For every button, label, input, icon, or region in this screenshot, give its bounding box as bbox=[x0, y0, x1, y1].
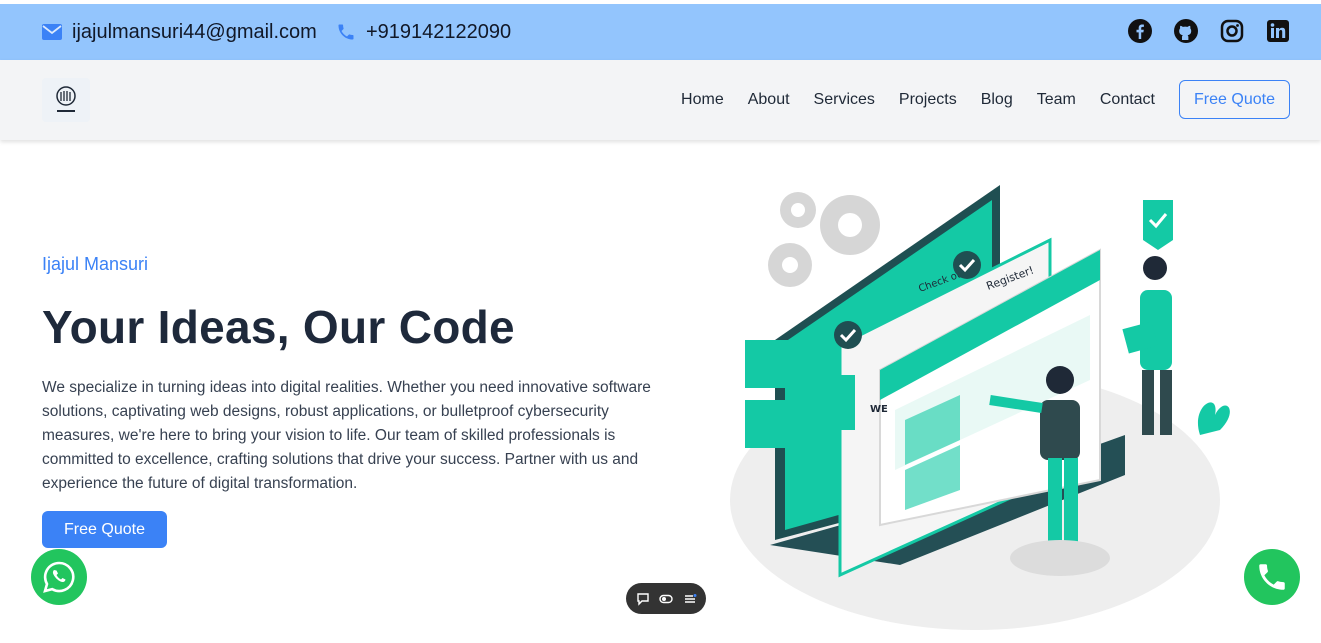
hero-title: Your Ideas, Our Code bbox=[42, 301, 515, 353]
facebook-icon[interactable] bbox=[1127, 18, 1153, 44]
nav-team[interactable]: Team bbox=[1037, 91, 1076, 109]
nav-free-quote-button[interactable]: Free Quote bbox=[1179, 80, 1290, 119]
phone-contact[interactable]: +919142122090 bbox=[336, 4, 511, 60]
nav-services[interactable]: Services bbox=[814, 91, 875, 109]
floating-toolbar bbox=[626, 583, 706, 614]
email-text: ijajulmansuri44@gmail.com bbox=[72, 20, 317, 43]
nav-home[interactable]: Home bbox=[681, 91, 724, 109]
hero-eyebrow: Ijajul Mansuri bbox=[42, 254, 149, 274]
email-contact[interactable]: ijajulmansuri44@gmail.com bbox=[42, 4, 317, 60]
nav-projects[interactable]: Projects bbox=[899, 91, 957, 109]
github-icon[interactable] bbox=[1173, 18, 1199, 44]
comment-icon[interactable] bbox=[636, 592, 650, 606]
brand-logo[interactable] bbox=[42, 78, 90, 122]
call-button[interactable] bbox=[1244, 549, 1300, 605]
nav-blog[interactable]: Blog bbox=[981, 91, 1013, 109]
nav-about[interactable]: About bbox=[748, 91, 790, 109]
nav-links: Home About Services Projects Blog Team C… bbox=[681, 60, 1155, 140]
toggle-icon[interactable] bbox=[659, 592, 673, 606]
phone-small-icon bbox=[338, 24, 354, 40]
logo-mark-icon bbox=[56, 86, 76, 112]
main-navbar: Home About Services Projects Blog Team C… bbox=[0, 60, 1321, 140]
social-links bbox=[1127, 18, 1291, 44]
whatsapp-icon bbox=[43, 561, 75, 593]
mail-icon bbox=[42, 24, 62, 40]
phone-icon bbox=[1259, 564, 1285, 590]
instagram-icon[interactable] bbox=[1219, 18, 1245, 44]
menu-icon[interactable] bbox=[683, 592, 697, 606]
gears-icon bbox=[768, 192, 880, 287]
hero-illustration: Register! Check out WE bbox=[730, 185, 1230, 630]
phone-text: +919142122090 bbox=[366, 20, 512, 43]
nav-contact[interactable]: Contact bbox=[1100, 91, 1155, 109]
top-contact-bar: ijajulmansuri44@gmail.com +919142122090 bbox=[0, 4, 1321, 60]
hero-description: We specialize in turning ideas into digi… bbox=[42, 379, 651, 492]
linkedin-icon[interactable] bbox=[1265, 18, 1291, 44]
hero-free-quote-button[interactable]: Free Quote bbox=[42, 511, 167, 548]
whatsapp-button[interactable] bbox=[31, 549, 87, 605]
welcome-label: WE bbox=[870, 404, 888, 415]
